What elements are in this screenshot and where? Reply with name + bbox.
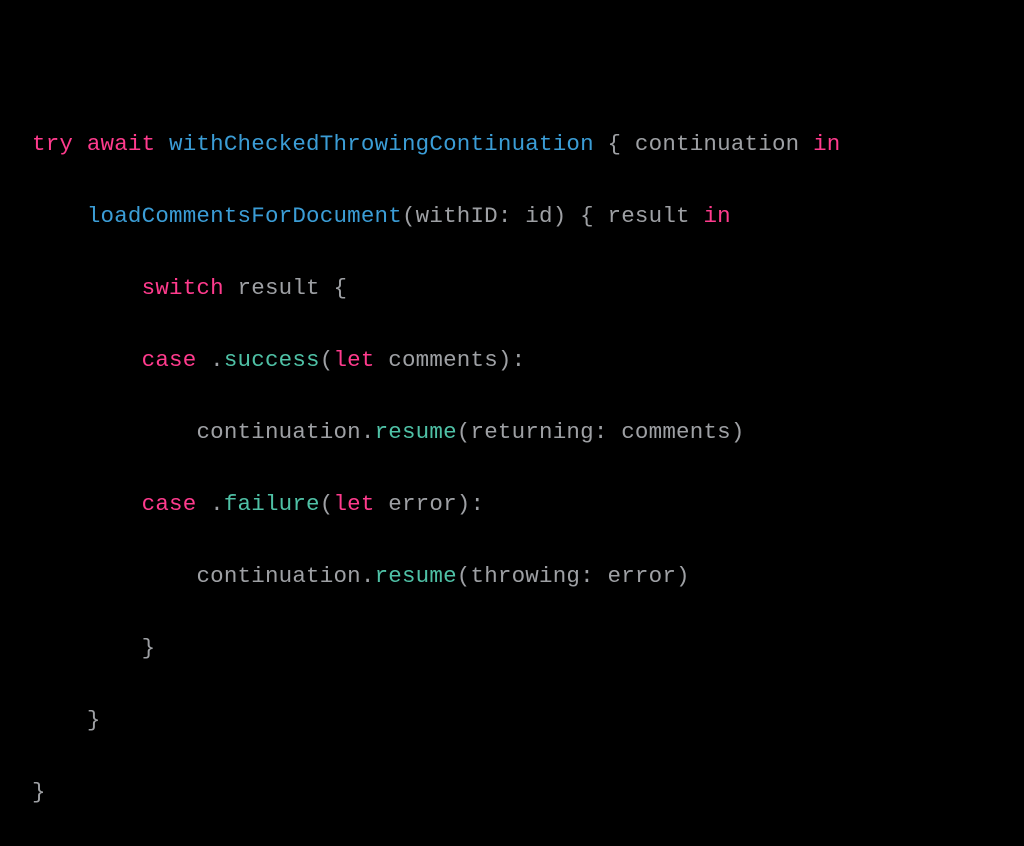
space [621,131,635,157]
fn-loadCommentsForDocument: loadCommentsForDocument [87,203,402,229]
indent [32,203,87,229]
open-brace: { [608,131,622,157]
space [375,347,389,373]
enum-failure: failure [224,491,320,517]
space [594,131,608,157]
ident-continuation: continuation [196,563,360,589]
dot: . [210,347,224,373]
indent [32,347,142,373]
arg-label-withID: withID [416,203,498,229]
code-line: } [32,702,992,738]
colon: : [580,563,594,589]
space [512,203,526,229]
ident-result: result [608,203,690,229]
keyword-case: case [142,347,197,373]
keyword-await: await [87,131,156,157]
keyword-let: let [333,347,374,373]
indent [32,491,142,517]
close-paren: ) [731,419,745,445]
space [375,491,389,517]
keyword-case: case [142,491,197,517]
keyword-switch: switch [142,275,224,301]
fn-withCheckedThrowingContinuation: withCheckedThrowingContinuation [169,131,594,157]
fn-resume: resume [375,563,457,589]
ident-result: result [238,275,320,301]
code-line: } [32,630,992,666]
indent [32,635,142,661]
ident-continuation: continuation [196,419,360,445]
open-brace: { [580,203,594,229]
fn-resume: resume [375,419,457,445]
close-brace: } [32,779,46,805]
keyword-in: in [703,203,730,229]
space [594,563,608,589]
space [608,419,622,445]
space [224,275,238,301]
code-line: case .failure(let error): [32,486,992,522]
close-brace: } [87,707,101,733]
open-paren: ( [457,563,471,589]
close-brace: } [142,635,156,661]
space [566,203,580,229]
keyword-try: try [32,131,73,157]
ident-error: error [608,563,677,589]
open-paren: ( [402,203,416,229]
open-paren: ( [320,491,334,517]
code-line: loadCommentsForDocument(withID: id) { re… [32,198,992,234]
colon: : [512,347,526,373]
arg-label-throwing: throwing [471,563,581,589]
ident-comments: comments [388,347,498,373]
ident-continuation: continuation [635,131,799,157]
code-line: case .success(let comments): [32,342,992,378]
space [690,203,704,229]
close-paren: ) [498,347,512,373]
code-line: continuation.resume(throwing: error) [32,558,992,594]
space [594,203,608,229]
ident-comments: comments [621,419,731,445]
space [155,131,169,157]
space [799,131,813,157]
indent [32,275,142,301]
ident-error: error [388,491,457,517]
enum-success: success [224,347,320,373]
code-line: } [32,774,992,810]
space [73,131,87,157]
indent [32,419,196,445]
code-block: try await withCheckedThrowingContinuatio… [32,90,992,846]
dot: . [361,563,375,589]
colon: : [498,203,512,229]
ident-id: id [525,203,552,229]
dot: . [361,419,375,445]
keyword-let: let [333,491,374,517]
open-paren: ( [457,419,471,445]
space [196,347,210,373]
indent [32,707,87,733]
space [320,275,334,301]
indent [32,563,196,589]
space [196,491,210,517]
code-line: try await withCheckedThrowingContinuatio… [32,126,992,162]
close-paren: ) [676,563,690,589]
keyword-in: in [813,131,840,157]
code-line: switch result { [32,270,992,306]
open-brace: { [333,275,347,301]
close-paren: ) [553,203,567,229]
colon: : [471,491,485,517]
close-paren: ) [457,491,471,517]
colon: : [594,419,608,445]
dot: . [210,491,224,517]
arg-label-returning: returning [471,419,594,445]
open-paren: ( [320,347,334,373]
code-line: continuation.resume(returning: comments) [32,414,992,450]
